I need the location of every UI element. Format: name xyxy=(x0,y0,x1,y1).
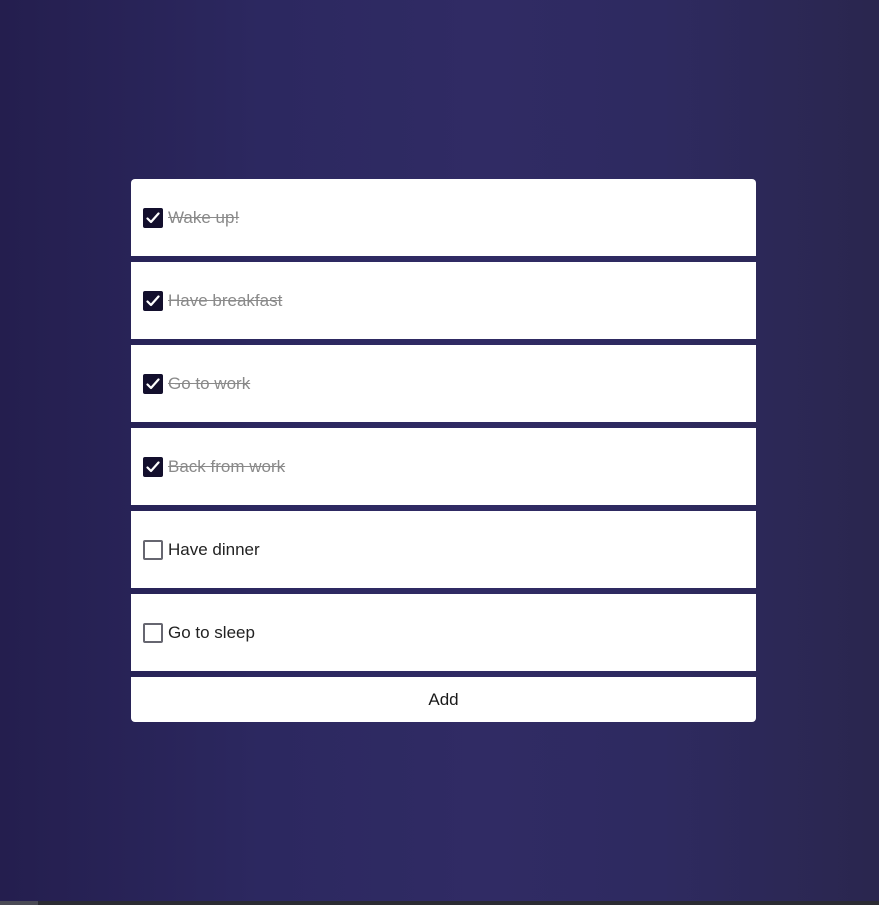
todo-checkbox[interactable] xyxy=(143,456,163,477)
horizontal-scrollbar[interactable] xyxy=(0,901,879,905)
todo-label: Go to sleep xyxy=(168,622,255,642)
todo-label: Go to work xyxy=(168,373,251,393)
add-button[interactable]: Add xyxy=(131,677,756,722)
todo-item[interactable]: Wake up! xyxy=(131,179,756,256)
todo-item[interactable]: Go to work xyxy=(131,345,756,422)
check-icon xyxy=(146,294,160,306)
todo-list: Wake up! Have breakfast Go to work Back … xyxy=(131,179,756,722)
todo-checkbox[interactable] xyxy=(143,207,163,228)
todo-checkbox[interactable] xyxy=(143,290,163,311)
todo-label: Have breakfast xyxy=(168,290,283,310)
todo-label: Wake up! xyxy=(168,207,240,227)
todo-item[interactable]: Have dinner xyxy=(131,511,756,588)
todo-item[interactable]: Have breakfast xyxy=(131,262,756,339)
todo-checkbox[interactable] xyxy=(143,622,163,643)
page-background: { "todos": [ {"label": "Wake up!", "done… xyxy=(0,0,879,905)
check-icon xyxy=(146,211,160,223)
check-icon xyxy=(146,460,160,472)
todo-label: Back from work xyxy=(168,456,286,476)
check-icon xyxy=(146,377,160,389)
todo-item[interactable]: Go to sleep xyxy=(131,594,756,671)
todo-checkbox[interactable] xyxy=(143,539,163,560)
todo-checkbox[interactable] xyxy=(143,373,163,394)
todo-item[interactable]: Back from work xyxy=(131,428,756,505)
scrollbar-thumb[interactable] xyxy=(0,901,38,905)
todo-label: Have dinner xyxy=(168,539,260,559)
